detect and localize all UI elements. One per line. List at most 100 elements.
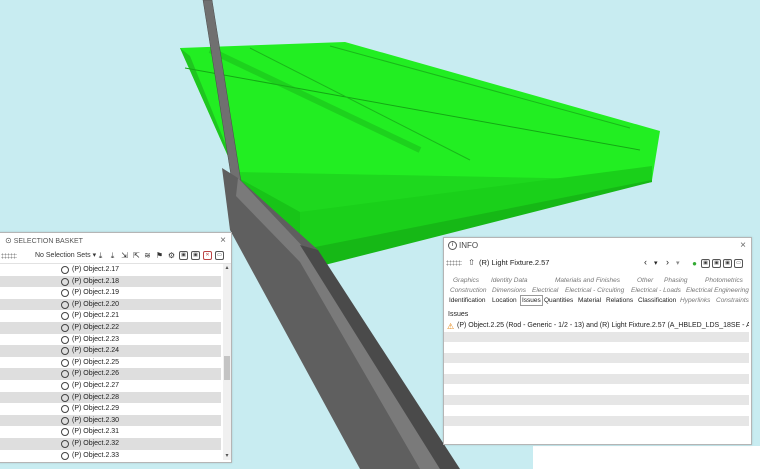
tab-electrical-circuiting[interactable]: Electrical - Circuiting	[565, 286, 624, 295]
visibility-ring-icon[interactable]	[61, 277, 69, 286]
tab-dimensions[interactable]: Dimensions	[492, 286, 526, 295]
remove-selection-icon[interactable]: ⇱	[132, 251, 141, 260]
tab-hyperlinks[interactable]: Hyperlinks	[680, 296, 710, 305]
tab-electrical-loads[interactable]: Electrical - Loads	[631, 286, 681, 295]
tab-relations[interactable]: Relations	[606, 296, 633, 305]
info-box-copy-icon[interactable]: ▣	[723, 259, 732, 268]
tab-other[interactable]: Other	[637, 276, 653, 285]
tab-materials-and-finishes[interactable]: Materials and Finishes	[555, 276, 620, 285]
table-row	[444, 363, 749, 374]
visibility-ring-icon[interactable]	[61, 393, 69, 402]
visibility-ring-icon[interactable]	[61, 312, 69, 321]
visibility-ring-icon[interactable]	[61, 323, 69, 332]
object-dropdown-button[interactable]: ▾	[654, 259, 658, 267]
box-edit-icon[interactable]: ▣	[191, 251, 200, 260]
visibility-ring-icon[interactable]	[61, 335, 69, 344]
list-item[interactable]: (P) Object.2.23	[0, 334, 221, 346]
more-dropdown-icon[interactable]: ▾	[676, 259, 680, 267]
list-item[interactable]: (P) Object.2.27	[0, 380, 221, 392]
list-item-label: (P) Object.2.30	[72, 416, 120, 424]
visibility-ring-icon[interactable]	[61, 451, 69, 460]
info-header[interactable]: i INFO ×	[444, 238, 751, 254]
list-item-label: (P) Object.2.29	[72, 405, 120, 413]
basket-toolbar: No Selection Sets ▾ ⤓ ⤓ ⇲ ⇱ ≋ ⚑ ⚙ ▣ ▣ ✕ …	[0, 249, 231, 264]
add-selection-icon[interactable]: ⇲	[120, 251, 129, 260]
visibility-ring-icon[interactable]	[61, 300, 69, 309]
tab-identity-data[interactable]: Identity Data	[491, 276, 528, 285]
box-view-icon[interactable]: ▣	[179, 251, 188, 260]
tab-phasing[interactable]: Phasing	[664, 276, 688, 285]
list-item[interactable]: (P) Object.2.24	[0, 345, 221, 357]
list-item[interactable]: (P) Object.2.22	[0, 321, 221, 334]
tab-construction[interactable]: Construction	[450, 286, 487, 295]
visibility-ring-icon[interactable]	[61, 370, 69, 379]
tab-material[interactable]: Material	[578, 296, 601, 305]
scroll-up-icon[interactable]: ▴	[223, 264, 231, 272]
table-row	[444, 426, 749, 437]
list-item[interactable]: (P) Object.2.20	[0, 298, 221, 311]
scroll-down-icon[interactable]: ▾	[223, 452, 231, 460]
info-panel[interactable]: i INFO × ⇧ (R) Light Fixture.2.57 ‹ ▾ › …	[443, 237, 752, 445]
tab-constraints[interactable]: Constraints	[716, 296, 749, 305]
tab-photometrics[interactable]: Photometrics	[705, 276, 743, 285]
visibility-ring-icon[interactable]	[61, 358, 69, 367]
list-item-label: (P) Object.2.20	[72, 300, 120, 308]
tab-quantities[interactable]: Quantities	[544, 296, 573, 305]
visibility-ring-icon[interactable]	[61, 381, 69, 390]
table-row[interactable]: ⚠ (P) Object.2.25 (Rod - Generic - 1/2 - …	[444, 321, 749, 332]
visibility-ring-icon[interactable]	[61, 416, 69, 425]
issues-section-label: Issues	[448, 311, 469, 318]
prev-object-button[interactable]: ‹	[644, 257, 647, 267]
list-item[interactable]: (P) Object.2.26	[0, 368, 221, 380]
window-icon[interactable]: ▭	[215, 251, 224, 260]
download-icon[interactable]: ⤓	[96, 251, 105, 260]
next-object-button[interactable]: ›	[666, 257, 669, 267]
tab-electrical-engineering[interactable]: Electrical Engineering	[686, 286, 749, 295]
list-item-label: (P) Object.2.31	[72, 428, 120, 436]
tab-identification[interactable]: Identification	[449, 296, 486, 305]
list-item[interactable]: (P) Object.2.33	[0, 450, 221, 461]
list-item[interactable]: (P) Object.2.29	[0, 403, 221, 415]
tab-graphics[interactable]: Graphics	[453, 276, 479, 285]
list-item[interactable]: (P) Object.2.25	[0, 357, 221, 369]
tab-location[interactable]: Location	[492, 296, 517, 305]
list-item[interactable]: (P) Object.2.32	[0, 437, 221, 450]
tab-electrical[interactable]: Electrical	[532, 286, 558, 295]
visibility-ring-icon[interactable]	[61, 266, 69, 274]
visibility-ring-icon[interactable]	[61, 428, 69, 437]
filter-icon[interactable]: ⚑	[155, 251, 164, 260]
import-icon[interactable]: ⤓	[108, 251, 117, 260]
basket-scrollbar[interactable]: ▴ ▾	[223, 264, 231, 460]
table-row	[444, 342, 749, 353]
list-item[interactable]: (P) Object.2.30	[0, 414, 221, 427]
info-box-edit-icon[interactable]: ▣	[712, 259, 721, 268]
delete-icon[interactable]: ✕	[203, 251, 212, 260]
tab-issues[interactable]: Issues	[520, 295, 543, 306]
info-window-icon[interactable]: ▭	[734, 259, 743, 268]
info-close-icon[interactable]: ×	[740, 240, 746, 251]
visibility-ring-icon[interactable]	[61, 405, 69, 414]
selection-sets-dropdown[interactable]: No Selection Sets ▾	[35, 250, 96, 262]
visibility-ring-icon[interactable]	[61, 289, 69, 298]
basket-close-icon[interactable]: ×	[220, 233, 226, 249]
toolbar-grip-icon[interactable]	[1, 253, 17, 259]
list-item[interactable]: (P) Object.2.31	[0, 426, 221, 438]
list-item[interactable]: (P) Object.2.17	[0, 264, 221, 276]
property-tabs: Graphics Identity Data Materials and Fin…	[448, 276, 750, 306]
layers-icon[interactable]: ≋	[143, 251, 152, 260]
selection-basket-header[interactable]: ⊙ SELECTION BASKET ×	[0, 233, 231, 249]
color-palette-icon[interactable]: ●	[690, 259, 699, 268]
list-item[interactable]: (P) Object.2.28	[0, 391, 221, 404]
list-item[interactable]: (P) Object.2.21	[0, 310, 221, 322]
gear-icon[interactable]: ⚙	[167, 251, 176, 260]
info-toolbar-grip-icon[interactable]	[446, 260, 462, 266]
selection-basket-panel[interactable]: ⊙ SELECTION BASKET × No Selection Sets ▾ …	[0, 232, 232, 463]
visibility-ring-icon[interactable]	[61, 347, 69, 356]
tab-classification[interactable]: Classification	[638, 296, 676, 305]
info-box-view-icon[interactable]: ▣	[701, 259, 710, 268]
list-item[interactable]: (P) Object.2.18	[0, 275, 221, 288]
visibility-ring-icon[interactable]	[61, 439, 69, 448]
viewport-strip	[533, 446, 760, 469]
list-item[interactable]: (P) Object.2.19	[0, 287, 221, 299]
scroll-thumb[interactable]	[224, 356, 230, 380]
